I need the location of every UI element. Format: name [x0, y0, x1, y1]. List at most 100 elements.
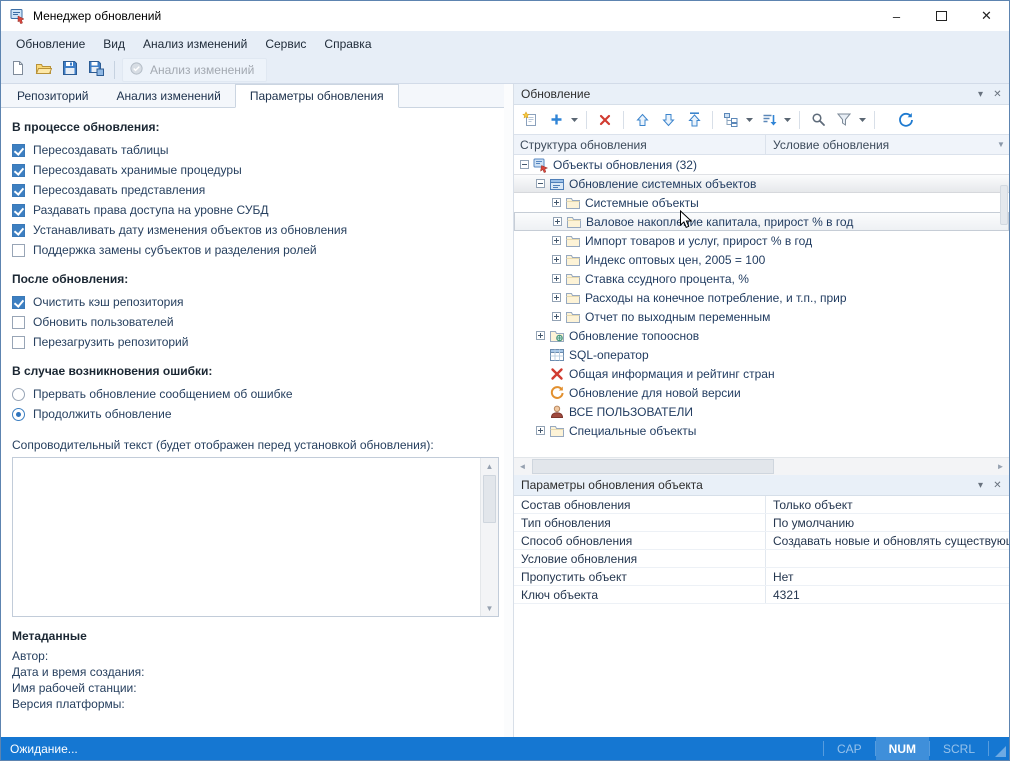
scroll-right-icon[interactable]: ►	[992, 458, 1009, 475]
scroll-left-icon[interactable]: ◄	[514, 458, 531, 475]
search-icon[interactable]	[808, 109, 828, 131]
chevron-down-icon[interactable]	[744, 109, 754, 131]
scroll-up-icon[interactable]: ▲	[481, 458, 498, 474]
menu-item-1[interactable]: Обновление	[7, 33, 94, 55]
menu-item-2[interactable]: Вид	[94, 33, 134, 55]
property-row[interactable]: Ключ объекта4321	[514, 586, 1009, 604]
expand-plus-icon[interactable]	[534, 331, 547, 340]
chevron-down-icon[interactable]	[782, 109, 792, 131]
checkbox-option[interactable]: Устанавливать дату изменения объектов из…	[12, 220, 500, 240]
radio-selected[interactable]	[12, 408, 25, 421]
checkbox-option[interactable]: Пересоздавать таблицы	[12, 140, 500, 160]
tree-horizontal-scrollbar[interactable]: ◄ ►	[514, 457, 1009, 475]
close-button[interactable]: ✕	[964, 1, 1009, 31]
property-row[interactable]: Тип обновленияПо умолчанию	[514, 514, 1009, 532]
panel-splitter[interactable]	[504, 84, 513, 737]
move-top-icon[interactable]	[684, 109, 704, 131]
scrollbar-track[interactable]	[531, 458, 992, 475]
move-up-icon[interactable]	[632, 109, 652, 131]
scrollbar-track[interactable]	[481, 474, 498, 600]
tree-row[interactable]: Системные объекты	[514, 193, 1009, 212]
sort-icon[interactable]	[759, 109, 779, 131]
new-update-object-icon[interactable]	[520, 109, 540, 131]
scrollbar-thumb[interactable]	[483, 475, 496, 523]
checkbox-unchecked[interactable]	[12, 336, 25, 349]
checkbox-checked[interactable]	[12, 184, 25, 197]
scroll-down-icon[interactable]: ▼	[481, 600, 498, 616]
scrollbar-thumb[interactable]	[532, 459, 774, 474]
save-all-button[interactable]	[84, 59, 107, 81]
tree-row[interactable]: Ставка ссудного процента, %	[514, 269, 1009, 288]
checkbox-option[interactable]: Поддержка замены субъектов и разделения …	[12, 240, 500, 260]
menu-item-5[interactable]: Справка	[315, 33, 380, 55]
checkbox-option[interactable]: Пересоздавать хранимые процедуры	[12, 160, 500, 180]
tree-row[interactable]: Индекс оптовых цен, 2005 = 100	[514, 250, 1009, 269]
tree-vertical-scrollbar[interactable]	[1000, 157, 1008, 455]
property-value[interactable]	[766, 550, 1009, 567]
checkbox-option[interactable]: Пересоздавать представления	[12, 180, 500, 200]
expand-plus-icon[interactable]	[550, 293, 563, 302]
tab-3[interactable]: Параметры обновления	[235, 84, 399, 108]
menu-item-3[interactable]: Анализ изменений	[134, 33, 256, 55]
scrollbar-thumb[interactable]	[1000, 185, 1008, 225]
delete-object-icon[interactable]	[595, 109, 615, 131]
checkbox-unchecked[interactable]	[12, 316, 25, 329]
panel-close-button[interactable]: ✕	[989, 478, 1006, 493]
property-value[interactable]: По умолчанию	[766, 514, 1009, 531]
checkbox-checked[interactable]	[12, 204, 25, 217]
expand-plus-icon[interactable]	[534, 426, 547, 435]
column-header-condition[interactable]: Условие обновления	[766, 135, 993, 154]
property-row[interactable]: Условие обновления	[514, 550, 1009, 568]
save-update-button[interactable]	[58, 59, 81, 81]
tree-row[interactable]: SQL-оператор	[514, 345, 1009, 364]
property-row[interactable]: Способ обновленияСоздавать новые и обнов…	[514, 532, 1009, 550]
panel-position-button[interactable]: ▾	[972, 478, 989, 493]
checkbox-checked[interactable]	[12, 296, 25, 309]
radio-unselected[interactable]	[12, 388, 25, 401]
tree-row[interactable]: Обновление топооснов	[514, 326, 1009, 345]
checkbox-option[interactable]: Очистить кэш репозитория	[12, 292, 500, 312]
tree-row[interactable]: ВСЕ ПОЛЬЗОВАТЕЛИ	[514, 402, 1009, 421]
tree-row[interactable]: Отчет по выходным переменным	[514, 307, 1009, 326]
property-value[interactable]: Только объект	[766, 496, 1009, 513]
property-row[interactable]: Состав обновленияТолько объект	[514, 496, 1009, 514]
property-value[interactable]: Создавать новые и обновлять существующие	[766, 532, 1009, 549]
expand-plus-icon[interactable]	[550, 274, 563, 283]
checkbox-checked[interactable]	[12, 224, 25, 237]
radio-option[interactable]: Продолжить обновление	[12, 404, 500, 424]
tree-row[interactable]: Импорт товаров и услуг, прирост % в год	[514, 231, 1009, 250]
comment-textarea[interactable]: ▲ ▼	[12, 457, 499, 617]
property-value[interactable]: 4321	[766, 586, 1009, 603]
tree-row[interactable]: Общая информация и рейтинг стран	[514, 364, 1009, 383]
collapse-minus-icon[interactable]	[518, 160, 531, 169]
checkbox-checked[interactable]	[12, 144, 25, 157]
chevron-down-icon[interactable]	[857, 109, 867, 131]
chevron-down-icon[interactable]	[569, 109, 579, 131]
expand-plus-icon[interactable]	[550, 236, 563, 245]
tree-row[interactable]: Объекты обновления (32)	[514, 155, 1009, 174]
checkbox-option[interactable]: Перезагрузить репозиторий	[12, 332, 500, 352]
checkbox-option[interactable]: Обновить пользователей	[12, 312, 500, 332]
grouping-icon[interactable]	[721, 109, 741, 131]
tree-row[interactable]: Обновление для новой версии	[514, 383, 1009, 402]
column-options-button[interactable]: ▼	[993, 135, 1009, 154]
radio-option[interactable]: Прервать обновление сообщением об ошибке	[12, 384, 500, 404]
expand-plus-icon[interactable]	[551, 217, 564, 226]
collapse-minus-icon[interactable]	[534, 179, 547, 188]
tree-row[interactable]: Валовое накопление капитала, прирост % в…	[514, 212, 1009, 231]
panel-close-button[interactable]: ✕	[989, 87, 1006, 102]
tree-row[interactable]: Расходы на конечное потребление, и т.п.,…	[514, 288, 1009, 307]
property-row[interactable]: Пропустить объектНет	[514, 568, 1009, 586]
expand-plus-icon[interactable]	[550, 312, 563, 321]
refresh-icon[interactable]	[896, 109, 916, 131]
filter-icon[interactable]	[834, 109, 854, 131]
property-value[interactable]: Нет	[766, 568, 1009, 585]
comment-text[interactable]	[13, 458, 481, 616]
tab-1[interactable]: Репозиторий	[3, 85, 103, 107]
move-down-icon[interactable]	[658, 109, 678, 131]
minimize-button[interactable]: –	[874, 1, 919, 31]
expand-plus-icon[interactable]	[550, 198, 563, 207]
tree-row[interactable]: Обновление системных объектов	[514, 174, 1009, 193]
new-update-button[interactable]	[6, 59, 29, 81]
checkbox-unchecked[interactable]	[12, 244, 25, 257]
